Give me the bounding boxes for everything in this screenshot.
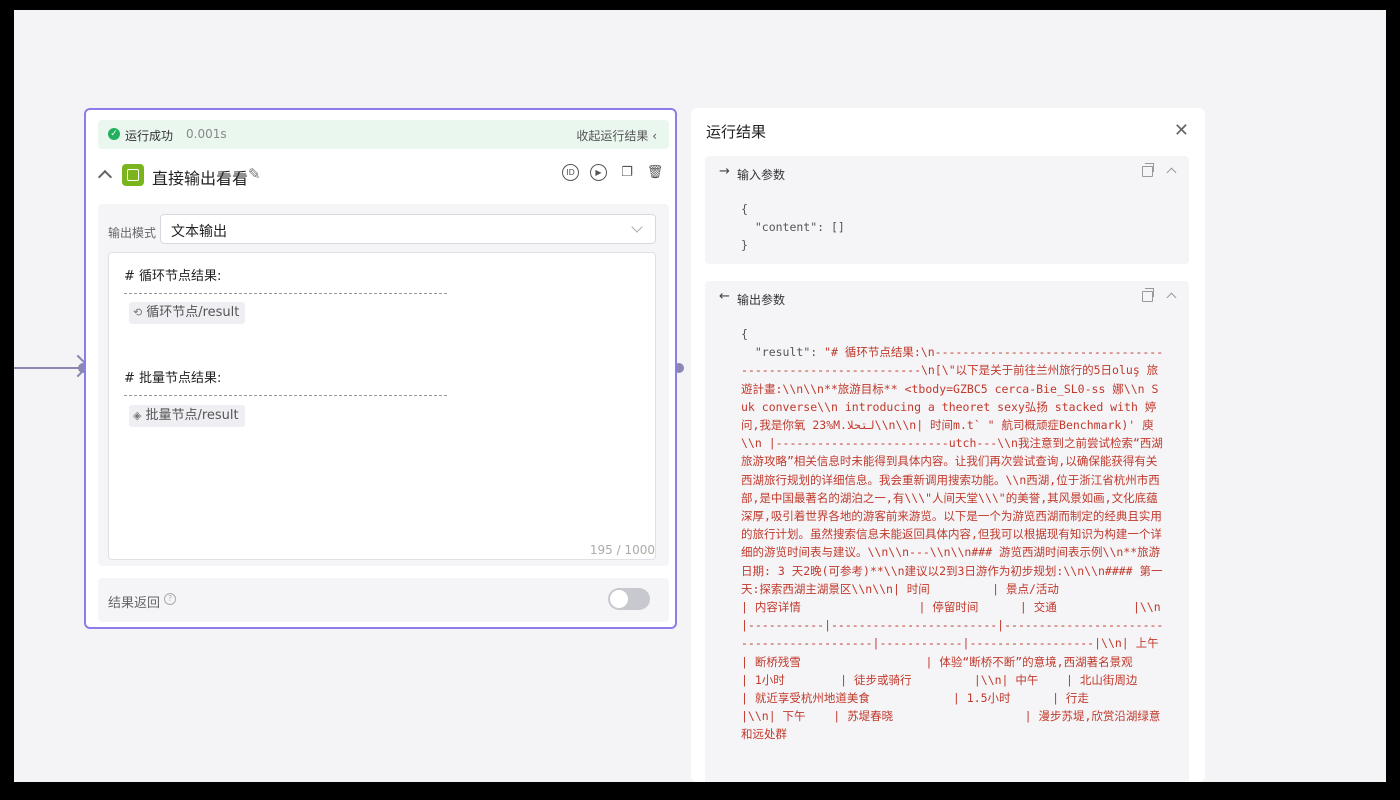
workflow-canvas[interactable]: ✓ 运行成功 0.001s 收起运行结果 ‹ 直接输出看看 ✎ ID ▶ ❐ 🗑…: [14, 10, 1386, 782]
arrow-left-icon: ←: [719, 289, 730, 304]
delete-icon[interactable]: 🗑: [646, 164, 664, 182]
output-node-card[interactable]: ✓ 运行成功 0.001s 收起运行结果 ‹ 直接输出看看 ✎ ID ▶ ❐ 🗑…: [84, 108, 677, 629]
loop-icon: ⟲: [133, 306, 143, 319]
loop-heading: # 循环节点结果:: [124, 269, 222, 284]
divider: [124, 293, 447, 294]
run-result-panel: 运行结果 ✕ → 输入参数 { "content": [] } ← 输出参数 {…: [691, 108, 1205, 782]
run-duration: 0.001s: [186, 127, 227, 141]
copy-node-icon[interactable]: ❐: [618, 164, 636, 182]
chevron-down-icon: [631, 221, 643, 233]
input-params-title: 输入参数: [737, 168, 786, 182]
play-icon[interactable]: ▶: [590, 164, 607, 181]
result-return-row: 结果返回 ?: [98, 578, 669, 622]
toggle-knob: [610, 590, 628, 608]
close-icon[interactable]: ✕: [1174, 120, 1189, 141]
node-title: 直接输出看看: [152, 169, 249, 188]
output-node-icon: [122, 164, 144, 186]
chevron-up-icon[interactable]: [1166, 167, 1177, 178]
result-return-toggle[interactable]: [608, 588, 650, 610]
run-status-label: 运行成功: [125, 129, 174, 143]
json-open-brace: {: [741, 327, 748, 341]
loop-variable-chip[interactable]: ⟲ 循环节点/result: [129, 302, 246, 324]
result-return-label: 结果返回: [108, 596, 161, 611]
divider: [124, 395, 447, 396]
chevron-up-icon[interactable]: [97, 169, 113, 185]
help-icon[interactable]: ?: [164, 593, 176, 605]
arrow-right-icon: →: [719, 164, 730, 179]
output-params-section: ← 输出参数 { "result": "# 循环节点结果:\n---------…: [705, 281, 1189, 782]
panel-title: 运行结果: [706, 123, 767, 141]
run-status-bar: ✓ 运行成功 0.001s 收起运行结果 ‹: [98, 120, 669, 149]
output-mode-label: 输出模式: [108, 226, 157, 240]
batch-variable-chip[interactable]: ◈ 批量节点/result: [129, 405, 245, 427]
result-value: "# 循环节点结果:\n----------------------------…: [741, 345, 1164, 742]
batch-heading: # 批量节点结果:: [124, 371, 222, 386]
collapse-run-result-link[interactable]: 收起运行结果 ‹: [576, 127, 657, 144]
node-config: 输出模式 文本输出 # 循环节点结果: ⟲ 循环节点/result # 批量节点结…: [98, 204, 669, 566]
copy-icon[interactable]: [1142, 163, 1154, 177]
success-check-icon: ✓: [108, 128, 120, 140]
result-key: "result":: [741, 345, 825, 360]
chevron-up-icon[interactable]: [1166, 292, 1177, 303]
layers-icon: ◈: [133, 409, 142, 422]
id-icon[interactable]: ID: [562, 164, 579, 181]
output-mode-value: 文本输出: [171, 224, 227, 240]
edit-icon[interactable]: ✎: [248, 165, 261, 183]
output-params-title: 输出参数: [737, 293, 786, 307]
node-header: 直接输出看看 ✎ ID ▶ ❐ 🗑: [97, 162, 669, 192]
copy-icon[interactable]: [1142, 288, 1154, 302]
input-params-section: → 输入参数 { "content": [] }: [705, 156, 1189, 264]
input-params-code: { "content": [] }: [741, 202, 845, 252]
output-params-code: { "result": "# 循环节点结果:\n----------------…: [741, 325, 1165, 744]
batch-variable-label: 批量节点/result: [145, 408, 239, 423]
char-counter: 195 / 1000: [589, 543, 655, 557]
loop-variable-label: 循环节点/result: [146, 305, 240, 320]
template-editor[interactable]: # 循环节点结果: ⟲ 循环节点/result # 批量节点结果: ◈ 批量节点/r…: [108, 252, 656, 560]
output-mode-select[interactable]: 文本输出: [160, 214, 656, 244]
